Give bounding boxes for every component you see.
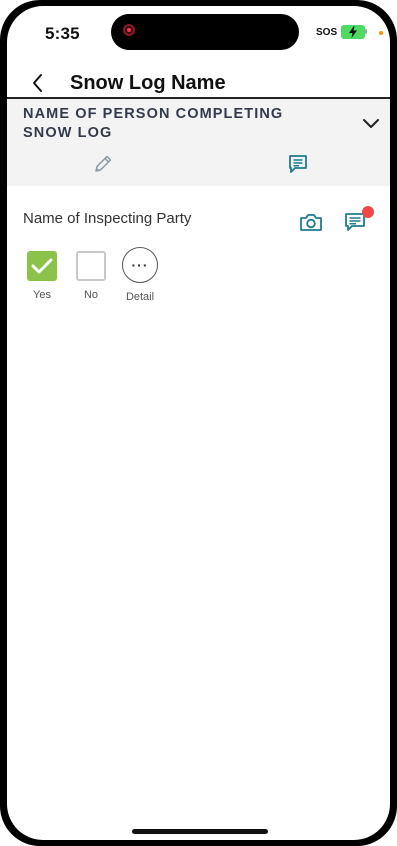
checkmark-icon [31,258,53,274]
section-title: NAME OF PERSON COMPLETING SNOW LOG [23,106,284,141]
comment-icon[interactable] [287,153,309,175]
option-yes[interactable]: Yes [17,249,67,301]
notification-badge [362,206,374,218]
option-no[interactable]: No [66,249,116,301]
chevron-down-icon[interactable] [360,115,382,131]
back-button[interactable] [25,70,49,96]
status-carrier: SOS [316,27,338,38]
option-label: No [83,289,99,301]
question-label: Name of Inspecting Party [23,210,192,227]
recording-indicator-icon [123,24,135,36]
dynamic-island [111,14,299,50]
status-time: 5:35 [45,24,80,43]
screen: 5:35 SOS Snow Log Name NAME OF PERSON CO… [7,6,390,840]
privacy-indicator [379,31,383,35]
camera-icon[interactable] [299,211,323,233]
battery-icon [341,25,365,39]
more-icon[interactable]: ··· [122,247,158,283]
phone-frame: 5:35 SOS Snow Log Name NAME OF PERSON CO… [0,0,397,846]
option-detail[interactable]: ··· Detail [115,247,165,303]
option-label: Detail [125,291,155,303]
unchecked-checkbox[interactable] [76,251,106,281]
option-label: Yes [33,289,51,301]
section-panel: NAME OF PERSON COMPLETING SNOW LOG [7,99,390,186]
page-title: Snow Log Name [70,72,226,94]
battery-nub [365,29,367,34]
pencil-icon[interactable] [92,153,114,175]
checked-checkbox[interactable] [27,251,57,281]
nav-header: Snow Log Name [7,68,390,98]
chevron-left-icon [33,74,42,92]
home-indicator[interactable] [132,829,268,834]
